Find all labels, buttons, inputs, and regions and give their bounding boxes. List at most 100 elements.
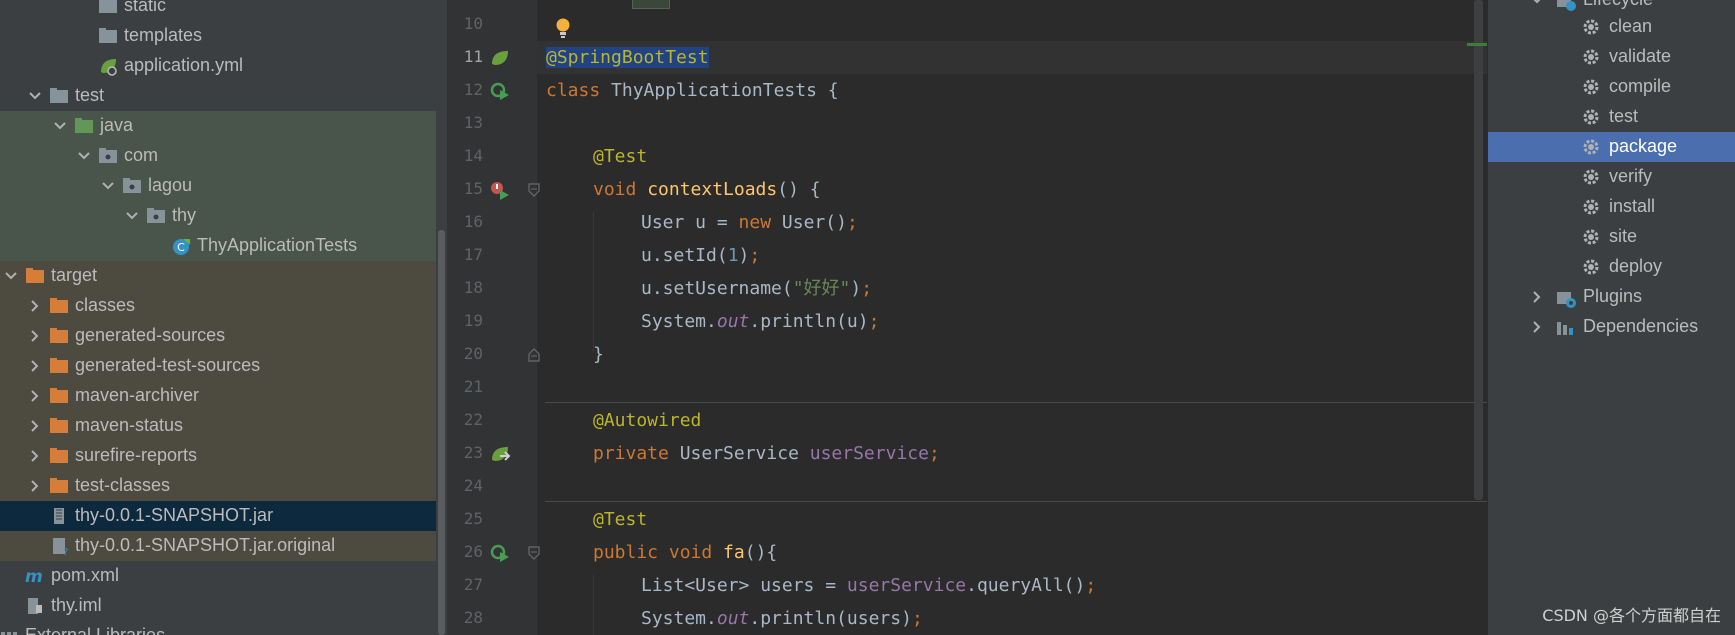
- chevron-down-icon[interactable]: [1529, 0, 1545, 8]
- tree-node[interactable]: thy-0.0.1-SNAPSHOT.jar: [0, 501, 436, 531]
- gutter-line[interactable]: 21: [447, 371, 537, 404]
- run-test-class-icon[interactable]: [489, 80, 511, 102]
- project-tree: static templates application.yml test java co…: [0, 0, 447, 635]
- maven-dependencies-node[interactable]: Dependencies: [1488, 312, 1735, 342]
- gear-icon: [1583, 199, 1599, 215]
- tree-node[interactable]: test: [0, 81, 436, 111]
- project-tree-scroll-thumb[interactable]: [438, 230, 445, 635]
- chevron-right-icon[interactable]: [27, 418, 43, 434]
- gutter-line[interactable]: 28: [447, 602, 537, 635]
- code-text: ): [738, 245, 750, 266]
- tree-node[interactable]: thy: [0, 201, 436, 231]
- tree-node[interactable]: templates: [0, 21, 436, 51]
- excluded-folder-icon: [26, 268, 44, 283]
- tree-node[interactable]: target: [0, 261, 436, 291]
- field-userservice: userService: [809, 443, 929, 464]
- maven-goal-package[interactable]: package: [1488, 132, 1735, 162]
- chevron-right-icon[interactable]: [27, 448, 43, 464]
- maven-goal-clean[interactable]: clean: [1488, 12, 1735, 42]
- tree-node[interactable]: maven-archiver: [0, 381, 436, 411]
- maven-goal-site[interactable]: site: [1488, 222, 1735, 252]
- gutter-line[interactable]: 27: [447, 569, 537, 602]
- chevron-down-icon[interactable]: [76, 148, 92, 164]
- tree-node[interactable]: External Libraries: [0, 621, 436, 635]
- tree-node[interactable]: ? thy-0.0.1-SNAPSHOT.jar.original: [0, 531, 436, 561]
- gutter-line[interactable]: 24: [447, 470, 537, 503]
- chevron-right-icon[interactable]: [1529, 319, 1545, 335]
- gutter-line[interactable]: 22: [447, 404, 537, 437]
- chevron-down-icon[interactable]: [52, 118, 68, 134]
- maven-goal-compile[interactable]: compile: [1488, 72, 1735, 102]
- tree-node-label: test-classes: [75, 475, 171, 495]
- maven-goal-test[interactable]: test: [1488, 102, 1735, 132]
- chevron-down-icon[interactable]: [3, 268, 19, 284]
- line-number: 22: [463, 410, 483, 429]
- tree-node[interactable]: application.yml: [0, 51, 436, 81]
- tree-node[interactable]: generated-test-sources: [0, 351, 436, 381]
- chevron-down-icon[interactable]: [27, 88, 43, 104]
- class-name: ThyApplicationTests {: [611, 80, 839, 101]
- gutter-line[interactable]: 16: [447, 206, 537, 239]
- code-text: }: [593, 344, 604, 365]
- maven-goal-validate[interactable]: validate: [1488, 42, 1735, 72]
- chevron-right-icon[interactable]: [27, 388, 43, 404]
- method-separator: [545, 402, 1487, 403]
- tree-node[interactable]: thy.iml: [0, 591, 436, 621]
- chevron-right-icon[interactable]: [27, 298, 43, 314]
- maven-plugins-node[interactable]: Plugins: [1488, 282, 1735, 312]
- semicolon: ;: [868, 311, 880, 332]
- gutter-line[interactable]: 10: [447, 8, 537, 41]
- code-text: .queryAll(): [966, 575, 1086, 596]
- svg-text:?: ?: [63, 547, 68, 556]
- semicolon: ;: [911, 608, 923, 629]
- tree-node[interactable]: maven-status: [0, 411, 436, 441]
- gutter-line[interactable]: 14: [447, 140, 537, 173]
- chevron-down-icon[interactable]: [100, 178, 116, 194]
- project-tree-scrollbar[interactable]: [436, 0, 447, 635]
- maven-goal-install[interactable]: install: [1488, 192, 1735, 222]
- autowired-bean-icon[interactable]: [489, 443, 511, 465]
- chevron-right-icon[interactable]: [1529, 289, 1545, 305]
- annotation-test: @Test: [593, 146, 648, 167]
- editor-scrollbar[interactable]: [1474, 0, 1483, 500]
- lightbulb-icon[interactable]: [555, 17, 571, 39]
- tree-node-label: External Libraries: [25, 625, 166, 635]
- gutter-line[interactable]: 17: [447, 239, 537, 272]
- code-editor[interactable]: 10 11 12 13 14 15 16 17 18 19 20 21 22 23 24 25 26 27 28 @…: [447, 0, 1487, 635]
- tree-node[interactable]: lagou: [0, 171, 436, 201]
- fold-marker-icon[interactable]: [528, 546, 540, 560]
- svg-text:m: m: [25, 567, 43, 586]
- spring-bean-icon[interactable]: [489, 47, 511, 69]
- gutter-line[interactable]: 20: [447, 338, 537, 371]
- tree-node[interactable]: generated-sources: [0, 321, 436, 351]
- gutter-line[interactable]: 25: [447, 503, 537, 536]
- line-number: 27: [463, 575, 483, 594]
- tree-node[interactable]: com: [0, 141, 436, 171]
- gear-icon: [1583, 259, 1599, 275]
- chevron-down-icon[interactable]: [124, 208, 140, 224]
- excluded-folder-icon: [50, 358, 68, 373]
- chevron-right-icon[interactable]: [27, 328, 43, 344]
- run-test-method-icon[interactable]: [489, 542, 511, 564]
- tree-node[interactable]: surefire-reports: [0, 441, 436, 471]
- code-line-11: @SpringBootTest: [546, 41, 709, 74]
- gear-icon: [1583, 49, 1599, 65]
- code-line-14: @Test: [593, 140, 647, 173]
- maven-goal-deploy[interactable]: deploy: [1488, 252, 1735, 282]
- gear-icon: [1583, 19, 1599, 35]
- tree-node[interactable]: m pom.xml: [0, 561, 436, 591]
- tree-node[interactable]: C ThyApplicationTests: [0, 231, 436, 261]
- fold-marker-icon[interactable]: [528, 348, 540, 362]
- chevron-right-icon[interactable]: [27, 478, 43, 494]
- gutter-line[interactable]: 19: [447, 305, 537, 338]
- tree-node[interactable]: classes: [0, 291, 436, 321]
- fold-marker-icon[interactable]: [528, 183, 540, 197]
- run-test-failed-icon[interactable]: [489, 179, 511, 201]
- tree-node[interactable]: static: [0, 0, 436, 21]
- gutter-line[interactable]: 13: [447, 107, 537, 140]
- maven-goal-verify[interactable]: verify: [1488, 162, 1735, 192]
- gutter-line[interactable]: 18: [447, 272, 537, 305]
- tree-node[interactable]: java: [0, 111, 436, 141]
- tree-node[interactable]: test-classes: [0, 471, 436, 501]
- chevron-right-icon[interactable]: [27, 358, 43, 374]
